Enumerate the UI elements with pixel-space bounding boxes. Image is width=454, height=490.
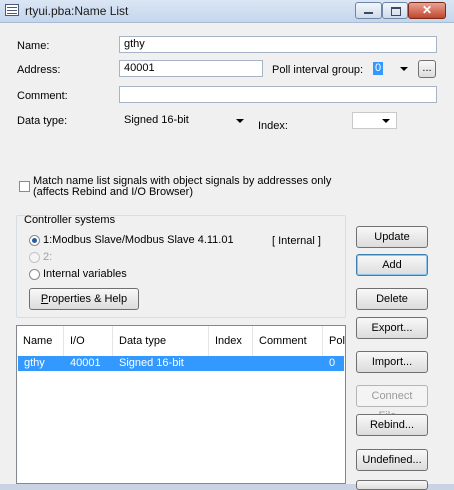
add-button[interactable]: Add <box>356 254 428 276</box>
comment-input[interactable] <box>119 86 437 103</box>
poll-browse-button[interactable]: ... <box>418 60 436 78</box>
internal-variables-label: Internal variables <box>43 268 127 280</box>
column-header-io[interactable]: I/O <box>64 326 113 356</box>
properties-help-button[interactable]: Properties & Help <box>29 288 139 310</box>
close-icon: ✕ <box>421 3 433 17</box>
connect-file-button[interactable]: Connect File... <box>356 385 428 422</box>
index-label: Index: <box>258 120 288 132</box>
close-button[interactable]: ✕ <box>408 2 446 19</box>
address-input[interactable]: 40001 <box>119 60 263 77</box>
column-header-index[interactable]: Index <box>209 326 253 356</box>
chevron-down-icon[interactable] <box>382 119 390 123</box>
delete-button[interactable]: Delete <box>356 288 428 310</box>
name-label: Name: <box>17 40 50 52</box>
controller-option-1-label: 1:Modbus Slave/Modbus Slave 4.11.01 <box>43 234 234 246</box>
poll-interval-label: Poll interval group: <box>272 64 364 76</box>
column-header-poll[interactable]: Poll <box>323 326 345 356</box>
chevron-down-icon[interactable] <box>236 119 244 123</box>
cell-index <box>209 356 253 371</box>
match-by-address-label: Match name list signals with object sign… <box>33 176 331 198</box>
controller-option-2-radio[interactable] <box>29 252 40 263</box>
cell-name: gthy <box>24 357 45 369</box>
undefined-button[interactable]: Undefined... <box>356 449 428 471</box>
export-button[interactable]: Export... <box>356 317 428 339</box>
datatype-label: Data type: <box>17 115 68 127</box>
cell-poll: 0 <box>329 357 336 369</box>
poll-interval-value: 0 <box>373 62 384 75</box>
rebind-button[interactable]: Rebind... <box>356 414 428 436</box>
address-label: Address: <box>17 64 61 76</box>
name-list-window: rtyui.pba:Name List ✕ Name: gthy Address… <box>0 0 454 490</box>
comment-label: Comment: <box>17 90 68 102</box>
name-list-table[interactable]: Name I/O Data type Index Comment Poll gt… <box>16 325 346 484</box>
minimize-button[interactable] <box>355 2 382 19</box>
more-button[interactable] <box>356 480 428 490</box>
match-by-address-checkbox[interactable] <box>19 181 30 192</box>
cell-io: 40001 <box>70 357 101 369</box>
cell-comment <box>253 356 323 371</box>
update-button[interactable]: Update <box>356 226 428 248</box>
match-line-2: (affects Rebind and I/O Browser) <box>33 186 193 198</box>
controller-systems-label: Controller systems <box>24 214 116 226</box>
controller-option-2-label: 2: <box>43 251 53 263</box>
maximize-button[interactable] <box>382 2 408 19</box>
column-header-name[interactable]: Name <box>17 326 64 356</box>
controller-option-1-tag: [ Internal ] <box>272 235 321 247</box>
title-bar[interactable]: rtyui.pba:Name List ✕ <box>0 0 454 23</box>
column-header-comment[interactable]: Comment <box>253 326 323 356</box>
import-button[interactable]: Import... <box>356 351 428 373</box>
internal-variables-radio[interactable] <box>29 269 40 280</box>
column-header-datatype[interactable]: Data type <box>113 326 209 356</box>
name-input[interactable]: gthy <box>119 36 437 53</box>
table-row[interactable]: gthy 40001 Signed 16-bit 0 <box>18 356 344 371</box>
index-combo[interactable] <box>352 112 397 129</box>
table-header: Name I/O Data type Index Comment Poll <box>17 326 345 357</box>
cell-datatype: Signed 16-bit <box>119 357 184 369</box>
chevron-down-icon[interactable] <box>400 67 408 71</box>
window-title: rtyui.pba:Name List <box>25 4 129 18</box>
datatype-combo[interactable]: Signed 16-bit <box>119 112 252 129</box>
controller-option-1-radio[interactable] <box>29 235 40 246</box>
list-window-icon <box>5 4 19 16</box>
poll-browse-label: ... <box>422 62 432 74</box>
